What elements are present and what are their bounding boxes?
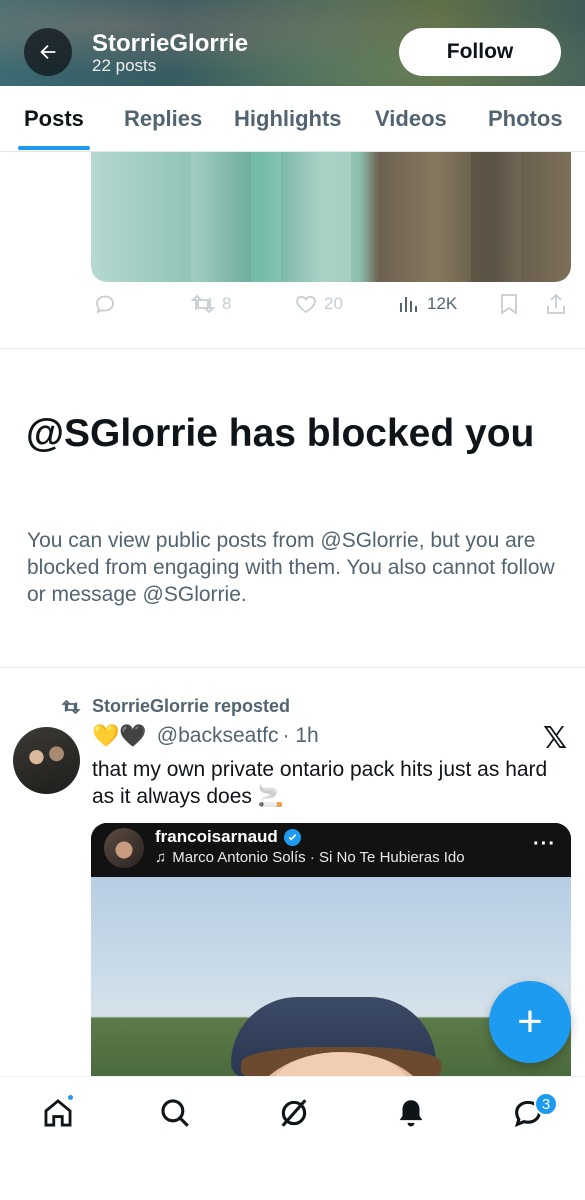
share-icon	[547, 293, 565, 314]
back-button[interactable]	[24, 28, 72, 76]
display-name-emojis[interactable]: 💛🖤	[92, 725, 147, 747]
tab-videos[interactable]: Videos	[375, 106, 447, 132]
tab-posts[interactable]: Posts	[24, 106, 84, 132]
profile-name: StorrieGlorrie	[92, 30, 249, 57]
messages-badge: 3	[534, 1092, 558, 1116]
profile-tabs: Posts Replies Highlights Videos Photos	[0, 86, 585, 152]
embedded-user: francoisarnaud	[155, 827, 301, 847]
blocked-title: @SGlorrie has blocked you	[26, 412, 535, 455]
nav-notifications[interactable]	[391, 1093, 431, 1133]
user-handle[interactable]: @backseatfc	[157, 724, 279, 748]
reply-action[interactable]	[93, 292, 117, 316]
grok-icon	[281, 1099, 307, 1127]
follow-button[interactable]: Follow	[399, 28, 561, 76]
nav-grok[interactable]	[274, 1093, 314, 1133]
music-note-icon: ♫	[155, 849, 167, 866]
more-options-icon[interactable]: ···	[533, 833, 556, 856]
embedded-username: francoisarnaud	[155, 827, 278, 846]
bookmark-icon	[501, 294, 517, 315]
blocked-body: You can view public posts from @SGlorrie…	[27, 529, 555, 606]
post-count: 22 posts	[92, 56, 157, 75]
embedded-header: francoisarnaud ♫ Marco Antonio Solís · S…	[91, 823, 571, 877]
like-count: 20	[324, 294, 343, 313]
search-icon	[161, 1099, 189, 1127]
bottom-navigation: 3	[0, 1076, 585, 1200]
divider	[0, 667, 585, 668]
share-action[interactable]	[545, 292, 567, 316]
views-action[interactable]: 12K	[397, 292, 457, 316]
views-count: 12K	[427, 294, 458, 313]
heart-icon	[296, 295, 316, 314]
active-tab-indicator	[18, 146, 90, 150]
tab-highlights[interactable]: Highlights	[234, 106, 342, 132]
nav-search[interactable]	[155, 1093, 195, 1133]
repost-label: StorrieGlorrie reposted	[92, 696, 291, 716]
like-action[interactable]: 20	[294, 292, 343, 316]
tab-replies[interactable]: Replies	[124, 106, 202, 132]
post-text: that my own private ontario pack hits ju…	[92, 758, 548, 808]
plus-icon: +	[517, 997, 543, 1046]
embedded-avatar	[104, 828, 144, 868]
verified-badge-icon	[283, 828, 301, 846]
repost-icon	[190, 294, 216, 314]
embedded-song: ♫ Marco Antonio Solís · Si No Te Hubiera…	[155, 849, 465, 866]
repost-count: 8	[222, 294, 232, 313]
reply-icon	[96, 295, 114, 314]
home-notification-dot	[66, 1093, 75, 1102]
repost-action[interactable]: 8	[190, 292, 231, 316]
repost-indicator[interactable]: StorrieGlorrie reposted	[60, 696, 290, 717]
x-logo-icon: 𝕏	[543, 722, 568, 755]
embedded-song-title: Marco Antonio Solís · Si No Te Hubieras …	[172, 849, 465, 866]
bookmark-action[interactable]	[498, 292, 520, 316]
compose-button[interactable]: +	[489, 981, 571, 1063]
post-actions: 8 20 12K	[0, 292, 585, 324]
post-media-image[interactable]	[91, 152, 571, 282]
post-header: 💛🖤 @backseatfc · 1h	[92, 724, 319, 748]
post-time: · 1h	[282, 724, 319, 747]
tab-photos[interactable]: Photos	[488, 106, 563, 132]
arrow-left-icon	[40, 44, 56, 60]
avatar[interactable]	[13, 727, 80, 794]
notifications-icon	[399, 1100, 423, 1127]
repost-icon	[61, 699, 81, 714]
divider	[0, 348, 585, 349]
views-icon	[400, 297, 417, 312]
